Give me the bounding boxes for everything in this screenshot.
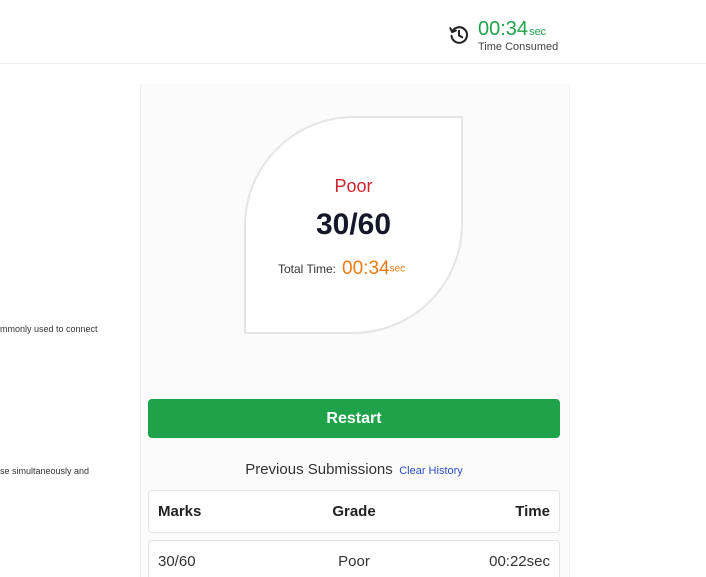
total-time-value: 00:34	[342, 258, 390, 279]
restart-button[interactable]: Restart	[148, 399, 560, 438]
history-icon	[448, 24, 470, 46]
total-time-unit: sec	[389, 263, 406, 275]
timer-value: 00:34sec	[478, 18, 546, 41]
timer-unit: sec	[529, 26, 547, 38]
timer-label: Time Consumed	[478, 41, 559, 53]
total-time-label: Total Time:	[278, 262, 337, 276]
clear-history-link[interactable]: Clear History	[399, 465, 463, 477]
score-card: Poor 30/60 Total Time: 00:34sec	[244, 116, 463, 334]
total-time: Total Time: 00:34sec	[278, 258, 405, 280]
grade-label: Poor	[334, 176, 373, 196]
previous-submissions-heading: Previous Submissions Clear History	[148, 461, 560, 479]
question-text-fragment: se simultaneously and	[0, 466, 90, 476]
submissions-table-header: Marks Grade Time	[148, 490, 560, 533]
score-value: 30/60	[315, 208, 392, 241]
table-row: 30/60 Poor 00:22sec	[148, 540, 560, 577]
column-header-grade: Grade	[332, 503, 376, 520]
question-text-fragment: mmonly used to connect	[0, 324, 98, 334]
column-header-time: Time	[515, 503, 550, 520]
previous-submissions-title: Previous Submissions	[245, 461, 393, 478]
row-time: 00:22sec	[489, 553, 550, 570]
timer-value-text: 00:34	[478, 18, 529, 40]
top-bar: 00:34sec Time Consumed	[0, 0, 706, 64]
